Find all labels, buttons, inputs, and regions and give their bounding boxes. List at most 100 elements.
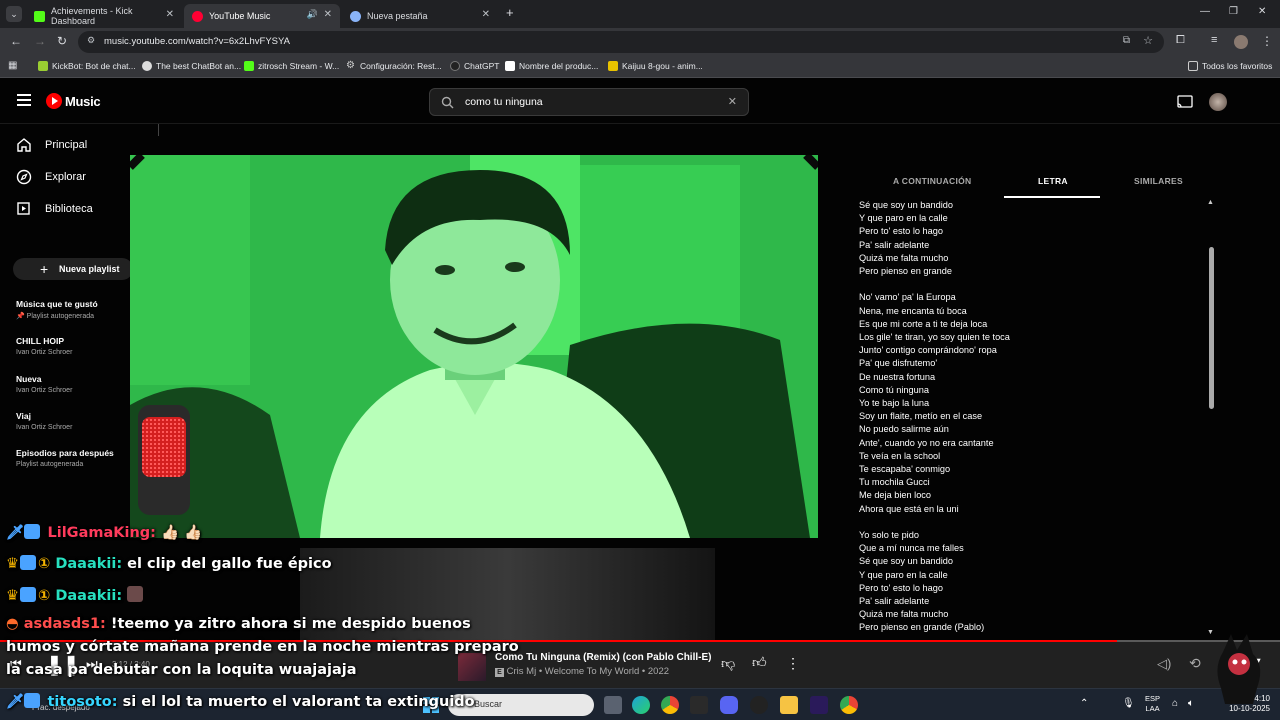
webcam-frame-image [130, 155, 818, 538]
sidebar-item-explorar[interactable]: Explorar [16, 169, 86, 185]
chat-username: Daaakii: [55, 588, 123, 604]
lyrics-gap [859, 278, 1199, 291]
ytm-logo[interactable]: Music [46, 93, 101, 109]
repeat-icon[interactable]: ⟲ [1189, 655, 1201, 672]
tab-kick-dashboard[interactable]: Achievements - Kick Dashboard ✕ [26, 4, 182, 28]
chat-text: 👍🏻 👍🏻 [155, 525, 203, 541]
playlist-item[interactable]: Viaj Ivan Ortiz Schroer [16, 411, 122, 431]
new-playlist-button[interactable]: + Nueva playlist [13, 258, 133, 280]
video-player[interactable] [130, 155, 818, 538]
back-button[interactable]: ← [10, 34, 22, 48]
hamburger-menu-icon[interactable] [17, 94, 31, 106]
tab-search-button[interactable]: ⌄ [6, 6, 22, 22]
minimize-button[interactable]: — [1200, 6, 1210, 17]
language-indicator[interactable]: ESP LAA [1145, 694, 1160, 714]
sword-badge-icon: 🗡 [6, 694, 25, 710]
lyrics-panel: Sé que soy un bandido Y que paro en la ca… [859, 199, 1199, 632]
lyrics-gap [859, 516, 1199, 529]
lyrics-line: Junto' contigo comprándono' ropa [859, 345, 997, 356]
bookmark-item[interactable]: Nombre del produc... [505, 61, 598, 71]
browser-toolbar: ← → ↻ ⚙ music.youtube.com/watch?v=6x2Lhv… [0, 28, 1280, 56]
lyrics-line: Que a mí nunca me falles [859, 543, 964, 554]
tab-up-next[interactable]: A CONTINUACIÓN [893, 176, 972, 186]
clear-search-icon[interactable]: ✕ [728, 95, 737, 108]
chat-username: titosoto: [47, 694, 118, 710]
chrome-icon[interactable] [840, 696, 858, 714]
active-tab-indicator [1004, 196, 1100, 198]
search-input[interactable]: como tu ninguna ✕ [429, 88, 749, 116]
bookmark-item[interactable]: The best ChatBot an... [142, 61, 241, 71]
tab-lyrics[interactable]: LETRA [1038, 176, 1068, 186]
network-icon[interactable]: ⌂ [1172, 698, 1178, 709]
chat-text: si el lol ta muerto el valorant ta extin… [117, 694, 475, 710]
sidebar-item-principal[interactable]: Principal [16, 137, 87, 153]
task-view-icon[interactable] [604, 696, 622, 714]
epic-games-icon[interactable] [690, 696, 708, 714]
speaker-icon[interactable]: 🔊 [307, 9, 318, 20]
cast-icon[interactable] [1177, 95, 1193, 108]
close-window-button[interactable]: ✕ [1258, 6, 1266, 17]
sword-badge-icon: 🗡 [6, 525, 25, 541]
chrome-icon[interactable] [661, 696, 679, 714]
reload-button[interactable]: ↻ [57, 34, 67, 48]
edge-icon[interactable] [632, 696, 650, 714]
extensions-icon[interactable]: ⧠ [1176, 34, 1185, 47]
chrome-icon [350, 10, 361, 22]
volume-tray-icon[interactable]: 🔈︎ [1188, 698, 1194, 709]
close-tab-icon[interactable]: ✕ [166, 9, 174, 20]
install-app-icon[interactable]: ⧉ [1123, 35, 1130, 46]
microphone-icon[interactable]: 🎙︎ [1122, 698, 1135, 709]
kick-icon [244, 61, 254, 71]
tab-youtube-music[interactable]: YouTube Music 🔊 ✕ [184, 4, 340, 28]
url-text[interactable]: music.youtube.com/watch?v=6x2LhvFYSYA [104, 36, 290, 47]
album-thumbnail[interactable] [458, 653, 486, 681]
obs-icon[interactable] [750, 696, 768, 714]
lyrics-scrollbar-thumb[interactable] [1209, 247, 1214, 409]
close-tab-icon[interactable]: ✕ [482, 9, 490, 20]
song-title[interactable]: Como Tu Ninguna (Remix) (con Pablo Chill… [495, 652, 711, 663]
lyrics-line: Pa' salir adelante [859, 596, 930, 607]
apps-grid-icon[interactable]: ▦ [8, 60, 17, 71]
lyrics-line: Me deja bien loco [859, 490, 932, 501]
bookmark-item[interactable]: KickBot: Bot de chat... [38, 61, 136, 71]
sidebar-item-biblioteca[interactable]: Biblioteca [16, 201, 93, 217]
explicit-icon: E [495, 668, 504, 677]
bookmark-item[interactable]: Kaijuu 8-gou - anim... [608, 61, 703, 71]
new-tab-button[interactable]: + [506, 5, 514, 20]
more-options-icon[interactable]: ⋮ [786, 655, 800, 672]
account-avatar[interactable] [1209, 93, 1227, 111]
bookmark-star-icon[interactable]: ☆ [1143, 34, 1153, 47]
discord-icon[interactable] [720, 696, 738, 714]
bookmark-item[interactable]: zitrosch Stream - W... [244, 61, 339, 71]
dislike-icon[interactable]: 👎︎ [721, 655, 735, 672]
chatbot-icon [142, 61, 152, 71]
all-bookmarks-folder[interactable]: Todos los favoritos [1188, 61, 1272, 71]
playlist-item[interactable]: Nueva Ivan Ortiz Schroer [16, 374, 122, 394]
site-info-icon[interactable]: ⚙ [87, 35, 95, 46]
address-bar[interactable]: ⚙ music.youtube.com/watch?v=6x2LhvFYSYA … [78, 31, 1164, 53]
chat-message: ◓ asdasds1: !teemo ya zitro ahora si me … [6, 616, 471, 632]
playlist-item[interactable]: CHILL HOIP Ivan Ortiz Schroer [16, 336, 122, 356]
profile-avatar[interactable] [1234, 35, 1248, 49]
close-tab-icon[interactable]: ✕ [324, 9, 332, 20]
lyrics-scroll-up-icon[interactable]: ▲ [1207, 199, 1214, 206]
tab-new-tab[interactable]: Nueva pestaña ✕ [342, 4, 498, 28]
media-controls-icon[interactable]: ≡ [1211, 34, 1217, 46]
volume-icon[interactable]: ◁) [1157, 656, 1171, 672]
menu-icon[interactable]: ⋮ [1261, 34, 1273, 48]
bookmark-item[interactable]: ⚙ Configuración: Rest... [346, 61, 442, 72]
rank-badge-icon: ① [38, 588, 51, 604]
playlist-item[interactable]: Música que te gustó 📌 Playlist autogenera… [16, 299, 122, 320]
bookmark-item[interactable]: ChatGPT [450, 61, 499, 71]
tray-chevron-icon[interactable]: ⌃ [1080, 698, 1088, 709]
forward-button[interactable]: → [34, 34, 46, 48]
lyrics-line: Ahora que está en la uni [859, 503, 959, 514]
file-explorer-icon[interactable] [780, 696, 798, 714]
like-icon[interactable]: 👍︎ [752, 654, 767, 671]
playlist-item[interactable]: Episodios para después Playlist autogener… [16, 448, 122, 468]
maximize-button[interactable]: ❐ [1229, 6, 1238, 17]
tab-related[interactable]: SIMILARES [1134, 176, 1183, 186]
lyrics-line: Yo solo te pido [859, 530, 919, 541]
premiere-icon[interactable] [810, 696, 828, 714]
song-meta[interactable]: E Cris Mj • Welcome To My World • 2022 [495, 666, 669, 677]
